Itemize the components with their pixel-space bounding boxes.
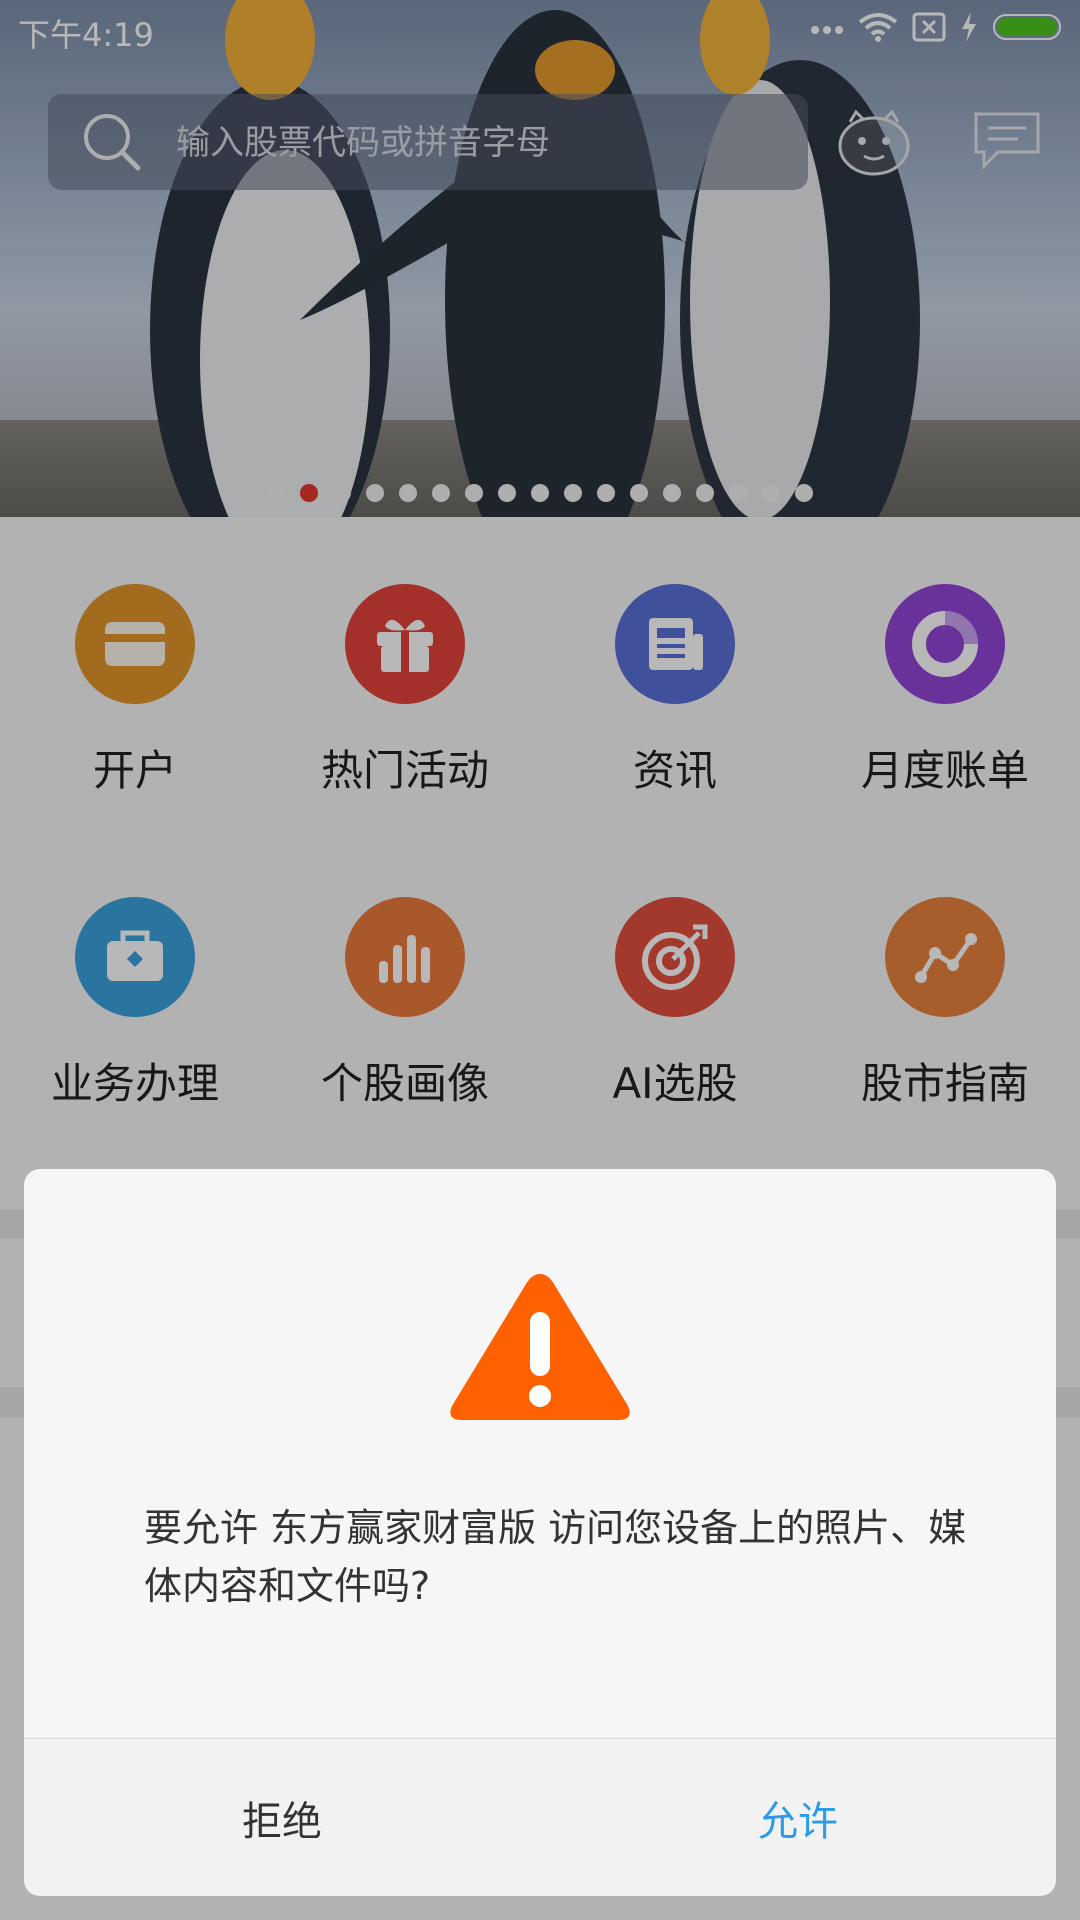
permission-dialog: 要允许 东方赢家财富版 访问您设备上的照片、媒体内容和文件吗? 拒绝 允许: [24, 1169, 1056, 1896]
dialog-message: 要允许 东方赢家财富版 访问您设备上的照片、媒体内容和文件吗?: [144, 1506, 967, 1608]
allow-button[interactable]: 允许: [540, 1739, 1056, 1896]
dialog-button-bar: 拒绝 允许: [24, 1738, 1056, 1896]
app-screen: 下午4:19 输入股票代码或拼音字母 开户 热门活动 资讯 月度账单 业务办理 …: [0, 0, 1080, 1920]
deny-button[interactable]: 拒绝: [24, 1739, 541, 1896]
warning-icon: [444, 1266, 636, 1432]
